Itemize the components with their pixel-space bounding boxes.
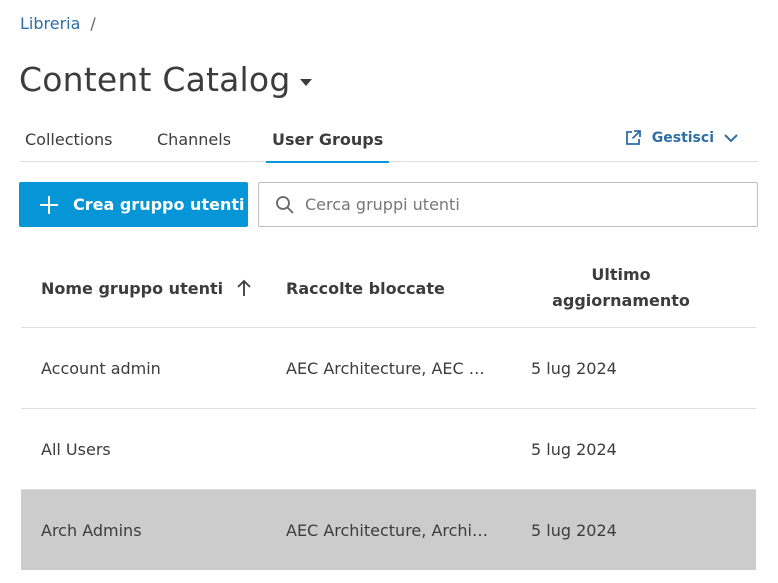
sort-ascending-icon: [237, 279, 251, 297]
user-groups-table: Nome gruppo utenti Raccolte bloccate Ult…: [21, 248, 756, 570]
breadcrumb-libreria-link[interactable]: Libreria: [20, 14, 80, 33]
search-icon: [275, 195, 295, 215]
caret-down-icon: [300, 72, 313, 91]
table-row[interactable]: All Users 5 lug 2024: [21, 409, 756, 490]
content-catalog-page: Libreria / Content Catalog Collections C…: [0, 0, 778, 583]
column-header-name[interactable]: Nome gruppo utenti: [41, 248, 251, 328]
last-updated-cell: 5 lug 2024: [531, 520, 617, 540]
group-name-cell: Account admin: [41, 358, 161, 378]
tab-bar: Collections Channels User Groups Gestisc…: [20, 126, 758, 163]
search-input[interactable]: [305, 183, 757, 226]
column-header-last-updated: Ultimo aggiornamento: [552, 265, 690, 310]
column-header-locked-collections: Raccolte bloccate: [286, 278, 445, 298]
create-user-group-button[interactable]: Crea gruppo utenti: [19, 182, 248, 227]
last-updated-cell: 5 lug 2024: [531, 439, 617, 459]
manage-dropdown[interactable]: Gestisci: [624, 126, 758, 150]
group-name-cell: All Users: [41, 439, 111, 459]
catalog-selector[interactable]: Content Catalog: [19, 60, 313, 99]
locked-collections-cell: AEC Architecture, AEC …: [286, 358, 485, 378]
breadcrumb-separator: /: [90, 14, 96, 33]
page-title: Content Catalog: [19, 60, 291, 99]
search-box: [258, 182, 758, 227]
manage-label: Gestisci: [651, 130, 714, 146]
tab-collections[interactable]: Collections: [25, 126, 112, 162]
table-row[interactable]: Account admin AEC Architecture, AEC … 5 …: [21, 328, 756, 409]
chevron-down-icon: [724, 133, 738, 143]
table-row-selected[interactable]: Arch Admins AEC Architecture, Archi… 5 l…: [21, 490, 756, 570]
breadcrumb: Libreria /: [20, 14, 96, 33]
table-header: Nome gruppo utenti Raccolte bloccate Ult…: [21, 248, 756, 328]
external-link-icon: [624, 129, 642, 147]
tab-user-groups[interactable]: User Groups: [265, 126, 390, 163]
last-updated-cell: 5 lug 2024: [531, 358, 617, 378]
plus-icon: [39, 195, 59, 215]
tab-channels[interactable]: Channels: [157, 126, 231, 162]
column-header-name-label: Nome gruppo utenti: [41, 278, 224, 298]
locked-collections-cell: AEC Architecture, Archi…: [286, 520, 488, 540]
create-user-group-label: Crea gruppo utenti: [73, 195, 245, 214]
group-name-cell: Arch Admins: [41, 520, 142, 540]
